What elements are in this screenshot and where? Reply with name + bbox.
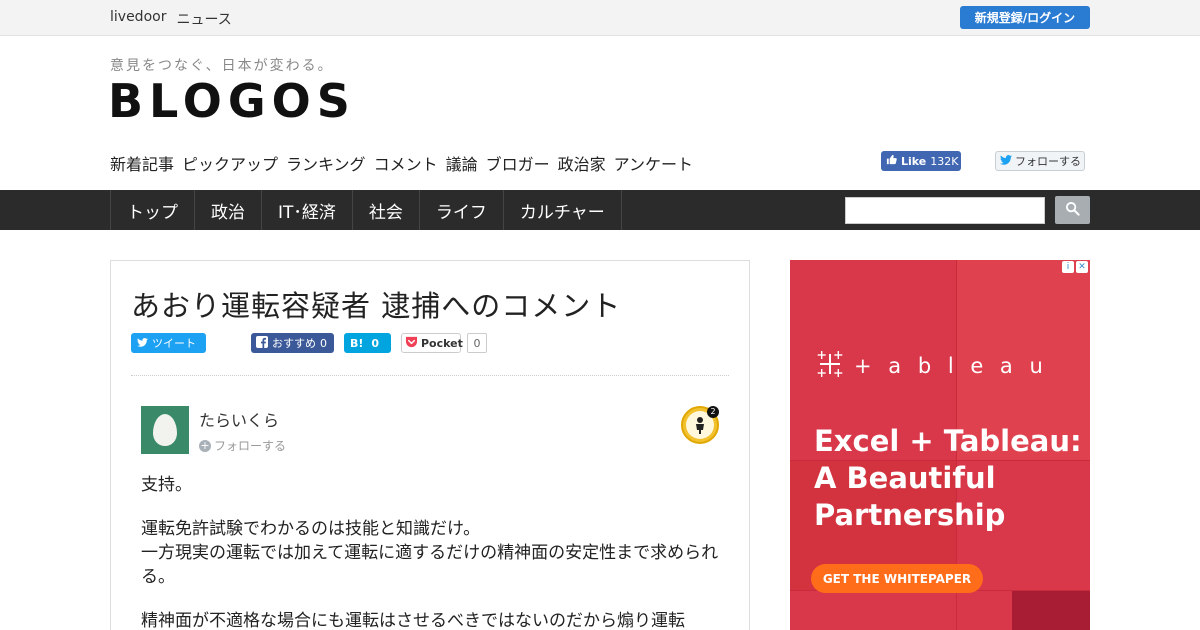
share-buttons: ツイート おすすめ 0 B! 0 Pocket 0 [131, 333, 487, 353]
nav-top[interactable]: トップ [111, 190, 195, 230]
follow-author-button[interactable]: + フォローする [199, 437, 286, 454]
comment-author[interactable]: たらいくら [199, 407, 279, 431]
close-icon[interactable]: ✕ [1076, 261, 1088, 273]
fb-recommend-label: おすすめ [272, 337, 316, 350]
comment-paragraph: 運転免許試験でわかるのは技能と知識だけ。 一方現実の運転では加えて運転に適するだ… [141, 519, 719, 587]
site-tagline: 意見をつなぐ、日本が変わる。 [110, 58, 334, 74]
get-whitepaper-button[interactable]: GET THE WHITEPAPER [811, 564, 983, 593]
subnav-bloggers[interactable]: ブロガー [486, 151, 550, 175]
plus-icon: + [199, 438, 211, 452]
tweet-button[interactable]: ツイート [131, 333, 206, 353]
egg-icon [153, 414, 177, 446]
twitter-bird-icon [1000, 154, 1012, 168]
tableau-wordmark: + a b l e a u [854, 354, 1048, 378]
pocket-icon [405, 336, 418, 351]
info-icon[interactable]: i [1062, 261, 1074, 273]
tweet-label: ツイート [152, 337, 196, 350]
search-button[interactable] [1055, 196, 1090, 224]
avatar[interactable] [141, 406, 189, 454]
twitter-bird-icon [137, 337, 148, 350]
pocket-label: Pocket [421, 336, 463, 350]
subnav-ranking[interactable]: ランキング [286, 151, 366, 175]
comment-paragraph: 支持。 [141, 475, 192, 495]
brand-news: ニュース [176, 12, 232, 28]
comment-body: 支持。 運転免許試験でわかるのは技能と知識だけ。 一方現実の運転では加えて運転に… [141, 473, 731, 630]
top-bar: livedoor ニュース 新規登録/ログイン [0, 0, 1200, 36]
search-icon [1065, 201, 1080, 220]
nav-society[interactable]: 社会 [353, 190, 420, 230]
facebook-recommend-button[interactable]: おすすめ 0 [251, 333, 334, 353]
fb-like-label: Like [901, 154, 927, 168]
facebook-like-button[interactable]: Like 132K [881, 151, 961, 171]
hatena-count: 0 [371, 336, 380, 350]
commenter-badge[interactable]: 2 [681, 406, 719, 444]
tableau-logo: + a b l e a u [814, 348, 1048, 384]
badge-count: 2 [707, 406, 719, 418]
ad-headline-line: A Beautiful [814, 461, 996, 495]
subnav-survey[interactable]: アンケート [614, 151, 693, 175]
thumbs-up-icon [886, 154, 897, 168]
ad-headline-line: Excel + Tableau: [814, 424, 1082, 458]
subnav-new-articles[interactable]: 新着記事 [110, 151, 174, 175]
tableau-cross-icon [814, 348, 846, 384]
fb-like-count: 132K [930, 154, 959, 168]
tableau-advertisement[interactable]: i ✕ + a b l e a u Excel + Tableau: A Bea… [790, 260, 1090, 630]
hatena-bookmark-button[interactable]: B! 0 [344, 333, 391, 353]
ad-background-panel [1012, 590, 1090, 630]
pocket-button[interactable]: Pocket [401, 333, 463, 353]
subnav-politicians[interactable]: 政治家 [558, 151, 606, 175]
ad-headline: Excel + Tableau: A Beautiful Partnership [814, 423, 1082, 534]
livedoor-news-brand[interactable]: livedoor ニュース [110, 9, 232, 29]
ad-choices[interactable]: i ✕ [1062, 261, 1088, 273]
brand-livedoor: livedoor [110, 9, 167, 25]
twitter-follow-button[interactable]: フォローする [995, 151, 1085, 171]
tw-follow-label: フォローする [1015, 155, 1081, 168]
hatena-label: B! [350, 336, 364, 350]
nav-politics[interactable]: 政治 [195, 190, 262, 230]
divider [131, 375, 729, 376]
facebook-icon [256, 335, 268, 351]
article-card: あおり運転容疑者 逮捕へのコメント ツイート おすすめ 0 B! 0 Pocke… [110, 260, 750, 630]
comment-paragraph: 精神面が不適格な場合にも運転はさせるべきではないのだから煽り運転 [141, 611, 685, 630]
subnav-pickup[interactable]: ピックアップ [182, 151, 278, 175]
register-login-button[interactable]: 新規登録/ログイン [960, 6, 1090, 29]
nav-it-economy[interactable]: IT･経済 [262, 190, 353, 230]
follow-label: フォローする [214, 439, 287, 453]
ad-headline-line: Partnership [814, 498, 1006, 532]
search-input[interactable] [845, 197, 1045, 224]
sub-navigation: 新着記事 ピックアップ ランキング コメント 議論 ブロガー 政治家 アンケート [110, 151, 693, 175]
subnav-comments[interactable]: コメント [374, 151, 438, 175]
blogos-logo[interactable]: BLOGOS [108, 78, 356, 124]
article-title: あおり運転容疑者 逮捕へのコメント [131, 289, 622, 323]
pocket-count: 0 [467, 333, 487, 353]
nav-life[interactable]: ライフ [420, 190, 504, 230]
subnav-discussion[interactable]: 議論 [446, 151, 478, 175]
nav-culture[interactable]: カルチャー [504, 190, 622, 230]
fb-recommend-count: 0 [320, 336, 327, 350]
